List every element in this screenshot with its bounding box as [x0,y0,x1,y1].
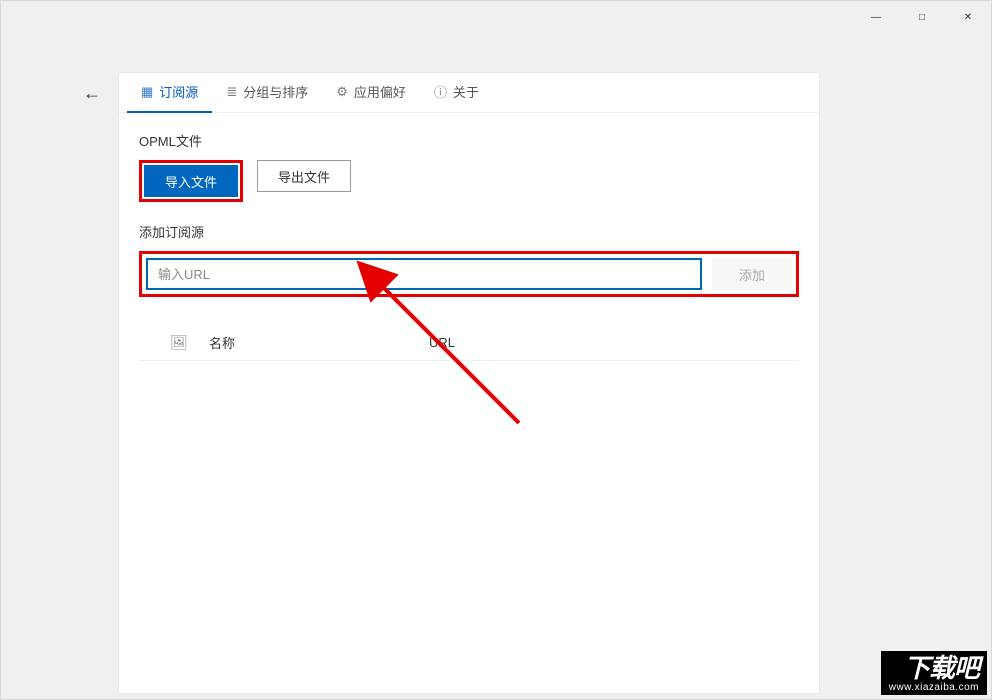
back-arrow-icon: ← [83,83,101,103]
titlebar: — □ ✕ [1,1,991,33]
feed-list-header: 🖼 名称 URL [139,325,799,361]
opml-buttons: 导入文件 导出文件 [139,160,799,202]
tab-groups-label: 分组与排序 [243,82,308,101]
tab-feeds-label: 订阅源 [159,82,198,101]
prefs-icon: ⚙ [336,84,348,100]
groups-icon: ≣ [226,84,237,100]
maximize-button[interactable]: □ [899,1,945,33]
addfeed-row: 添加 [146,258,792,290]
minimize-icon: — [871,12,881,23]
opml-section-label: OPML文件 [139,131,799,150]
watermark: 下载吧 www.xiazaiba.com [881,651,987,695]
export-button[interactable]: 导出文件 [257,160,351,192]
panel-body: OPML文件 导入文件 导出文件 添加订阅源 添加 [119,113,819,379]
add-button[interactable]: 添加 [712,258,792,290]
col-icon-header: 🖼 [149,334,209,351]
settings-panel: ▦ 订阅源 ≣ 分组与排序 ⚙ 应用偏好 ⓘ 关于 OPML文件 [119,73,819,693]
col-name-header: 名称 [209,333,429,352]
tab-groups[interactable]: ≣ 分组与排序 [212,73,322,113]
col-url-header: URL [429,335,789,350]
tab-prefs[interactable]: ⚙ 应用偏好 [322,73,420,113]
minimize-button[interactable]: — [853,1,899,33]
watermark-title: 下载吧 [889,655,979,682]
tab-about[interactable]: ⓘ 关于 [420,73,493,113]
import-button[interactable]: 导入文件 [144,165,238,197]
watermark-url: www.xiazaiba.com [889,683,979,694]
tab-feeds[interactable]: ▦ 订阅源 [127,73,212,113]
url-input[interactable] [146,258,702,290]
addfeed-section-label: 添加订阅源 [139,222,799,241]
feeds-icon: ▦ [141,84,153,100]
addfeed-section: 添加订阅源 添加 [139,222,799,297]
close-button[interactable]: ✕ [945,1,991,33]
image-icon: 🖼 [170,334,188,351]
add-button-label: 添加 [739,265,765,284]
window: — □ ✕ ← ▦ 订阅源 ≣ 分组与排序 ⚙ [0,0,992,700]
tab-prefs-label: 应用偏好 [354,82,406,101]
close-icon: ✕ [964,12,972,23]
tab-about-label: 关于 [453,82,479,101]
content: ← ▦ 订阅源 ≣ 分组与排序 ⚙ 应用偏好 ⓘ 关于 [1,33,991,693]
highlight-import: 导入文件 [139,160,243,202]
tab-bar: ▦ 订阅源 ≣ 分组与排序 ⚙ 应用偏好 ⓘ 关于 [119,73,819,113]
about-icon: ⓘ [434,82,447,101]
maximize-icon: □ [919,12,925,23]
highlight-addfeed: 添加 [139,251,799,297]
back-button[interactable]: ← [71,73,119,104]
